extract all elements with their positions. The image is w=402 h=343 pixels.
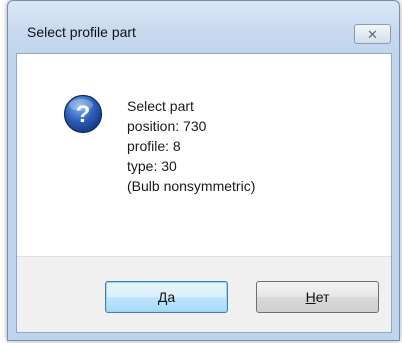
- message-line: (Bulb nonsymmetric): [127, 178, 256, 194]
- message-line: position: 730: [127, 118, 207, 134]
- yes-button-label: Да: [157, 289, 176, 305]
- close-button[interactable]: ✕: [354, 24, 391, 44]
- button-bar: Да Нет: [17, 256, 391, 332]
- message-text: Select part position: 730 profile: 8 typ…: [127, 96, 255, 196]
- message-line: type: 30: [127, 158, 177, 174]
- svg-text:?: ?: [76, 101, 91, 128]
- dialog-window: Select profile part ✕ ? Select part posi…: [7, 0, 400, 341]
- no-button[interactable]: Нет: [256, 281, 379, 313]
- close-icon: ✕: [367, 26, 378, 42]
- dialog-title: Select profile part: [27, 24, 136, 40]
- yes-button[interactable]: Да: [105, 281, 228, 313]
- message-line: Select part: [127, 98, 194, 114]
- question-icon: ?: [63, 94, 103, 134]
- dialog-body: ? Select part position: 730 profile: 8 t…: [16, 53, 392, 333]
- message-line: profile: 8: [127, 138, 181, 154]
- no-button-label: Нет: [305, 289, 330, 305]
